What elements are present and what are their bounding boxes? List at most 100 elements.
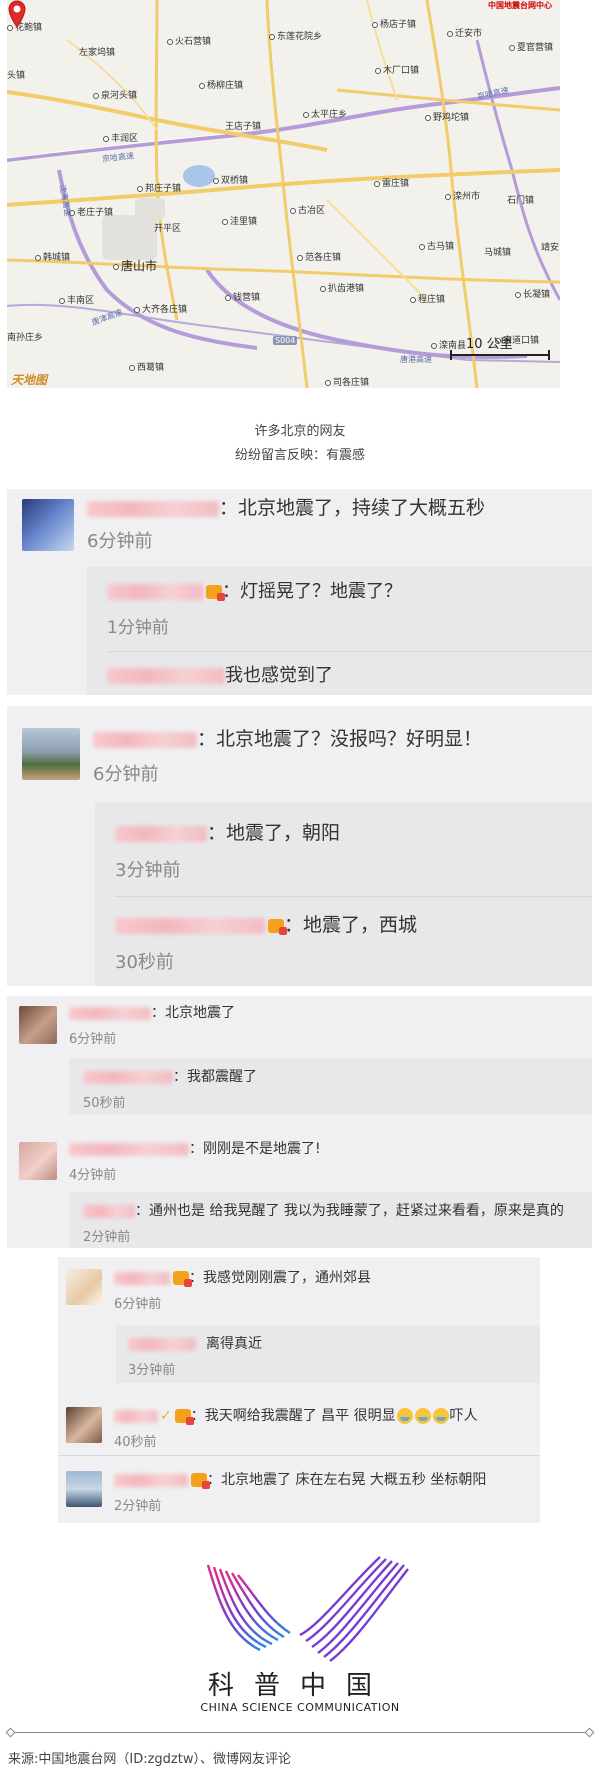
map-place: 杨柳庄镇 (199, 78, 243, 91)
map-place: 左家坞镇 (79, 48, 116, 58)
map-place: 南孙庄乡 (7, 333, 44, 343)
blurred-username (83, 1070, 173, 1084)
tianditu-logo: 天地图 (11, 373, 48, 387)
divider (107, 651, 592, 652)
map-place: 大齐各庄镇 (134, 302, 187, 315)
avatar[interactable] (66, 1269, 102, 1305)
reply-text: ：地震了，西城 (115, 910, 417, 937)
map-place: 扒齿港镇 (320, 281, 364, 294)
vip-badge-icon (174, 1409, 194, 1425)
vip-badge-icon (173, 1271, 192, 1287)
map-place: 雷庄镇 (374, 176, 409, 189)
comment-time: 2分钟前 (114, 1499, 162, 1514)
comment-text: ：北京地震了，持续了大概五秒 (87, 493, 485, 520)
reply-text: ：通州也是 给我晃醒了 我以为我睡蒙了，赶紧过来看看，原来是真的 (83, 1200, 564, 1220)
map-place: 王店子镇 (225, 122, 262, 132)
reply-time: 1分钟前 (107, 618, 169, 638)
map-place: 丰润区 (103, 131, 138, 144)
map-place: 迁安市 (447, 26, 482, 39)
source-credit: 来源:中国地震台网（ID:zgdztw）、微博网友评论 (8, 1752, 291, 1767)
avatar[interactable] (66, 1407, 102, 1443)
comment-text: ：我感觉刚刚震了，通州郊县 (114, 1267, 371, 1287)
section-divider (10, 1732, 590, 1733)
avatar[interactable] (22, 499, 74, 551)
map-place: 丰南区 (59, 293, 94, 306)
comment-text: ：北京地震了 (69, 1002, 235, 1022)
epicenter-pin-icon[interactable] (7, 0, 27, 28)
map-place: 太平庄乡 (303, 107, 347, 120)
blurred-username (87, 500, 219, 517)
comment-time: 40秒前 (114, 1435, 157, 1450)
logo-english-text: CHINA SCIENCE COMMUNICATION (200, 1701, 400, 1714)
comment-card: ：北京地震了？没报吗？好明显！ 6分钟前 ：地震了，朝阳 3分钟前 ：地震了，西… (7, 706, 592, 986)
map-city: 唐山市 (113, 257, 157, 274)
map-place: 滦南县 (431, 338, 466, 351)
map-place: 马城镇 (484, 248, 512, 258)
avatar[interactable] (19, 1142, 57, 1180)
map-place: 火石营镇 (167, 34, 211, 47)
map-place: 老庄子镇 (69, 205, 113, 218)
vip-badge-icon (268, 918, 287, 935)
reply-text: ：灯摇晃了？地震了？ (107, 577, 402, 603)
comment-text: ：北京地震了 床在左右晃 大概五秒 坐标朝阳 (114, 1469, 486, 1489)
blurred-username (128, 1337, 196, 1351)
map-place: 夏官营镇 (509, 40, 553, 53)
comment-card: ：我感觉刚刚震了，通州郊县 6分钟前 离得真近 3分钟前 ✓ ：我天啊给我震醒了 … (58, 1257, 540, 1523)
blurred-username (69, 1006, 151, 1020)
map-place: 西葛镇 (129, 360, 164, 373)
divider (115, 896, 592, 897)
map-place: 泉河头镇 (93, 88, 137, 101)
blurred-username (115, 917, 265, 934)
map-road-label: 唐港高速 (400, 355, 432, 364)
blurred-username (114, 1473, 188, 1487)
reply-time: 3分钟前 (128, 1363, 176, 1378)
blurred-username (83, 1204, 135, 1218)
comment-time: 6分钟前 (87, 531, 153, 552)
map-scale-label: 10 公里 (466, 337, 513, 352)
blurred-username (69, 1142, 189, 1156)
comment-text: ✓ ：我天啊给我震醒了 昌平 很明显 吓人 (114, 1405, 478, 1425)
caption-line-1: 许多北京的网友 (254, 424, 346, 439)
cenc-logo: 中国地震台网中心 (488, 1, 552, 10)
reply-text: 离得真近 (128, 1333, 262, 1353)
map-place: 开平区 (154, 224, 182, 234)
reply-text: ：我都震醒了 (83, 1066, 257, 1086)
map-place: 头镇 (7, 71, 26, 81)
comment-text: ：北京地震了？没报吗？好明显！ (93, 724, 482, 751)
divider (58, 1455, 540, 1456)
reply-time: 30秒前 (115, 952, 174, 973)
comment-time: 6分钟前 (93, 764, 159, 785)
map-place: 钱营镇 (225, 290, 260, 303)
map-place: 古冶区 (290, 203, 325, 216)
avatar[interactable] (66, 1471, 102, 1507)
comment-time: 4分钟前 (69, 1168, 117, 1183)
map-scale-bar (450, 350, 550, 360)
reply-text: ：地震了，朝阳 (115, 818, 340, 845)
map-place: 范各庄镇 (297, 250, 341, 263)
vip-badge-icon (191, 1473, 210, 1489)
map-road-sign: S004 (273, 336, 298, 345)
map-place: 滦州市 (445, 189, 480, 202)
reply-time: 2分钟前 (83, 1230, 131, 1245)
map-place: 野鸡坨镇 (425, 110, 469, 123)
crying-emoji-icon (414, 1408, 431, 1424)
blurred-username (107, 584, 203, 600)
blurred-username (107, 668, 225, 684)
blurred-username (115, 825, 207, 842)
comment-card: ：北京地震了 6分钟前 ：我都震醒了 50秒前 ：刚刚是不是地震了! 4分钟前 … (7, 996, 592, 1248)
avatar[interactable] (19, 1006, 57, 1044)
map-place: 古马镇 (419, 239, 454, 252)
logo-chinese-text: 科普中国 (207, 1671, 392, 1701)
logo-ribbon-graphic (206, 1556, 409, 1662)
map-place: 长凝镇 (515, 287, 550, 300)
map-place: 杨店子镇 (372, 17, 416, 30)
blurred-username (114, 1271, 170, 1285)
kepu-china-logo: 科普中国 CHINA SCIENCE COMMUNICATION (150, 1545, 450, 1730)
avatar[interactable] (22, 728, 80, 780)
map-place: 石门镇 (507, 196, 535, 206)
comment-card: ：北京地震了，持续了大概五秒 6分钟前 ：灯摇晃了？地震了？ 1分钟前 我也感觉… (7, 489, 592, 695)
map-place: 木厂口镇 (375, 63, 419, 76)
earthquake-map: 花鲍镇 火石营镇 东莲花院乡 杨店子镇 迁安市 左家坞镇 杨柳庄镇 木厂口镇 夏… (7, 0, 560, 388)
map-place: 程庄镇 (410, 292, 445, 305)
blurred-username (93, 731, 197, 748)
